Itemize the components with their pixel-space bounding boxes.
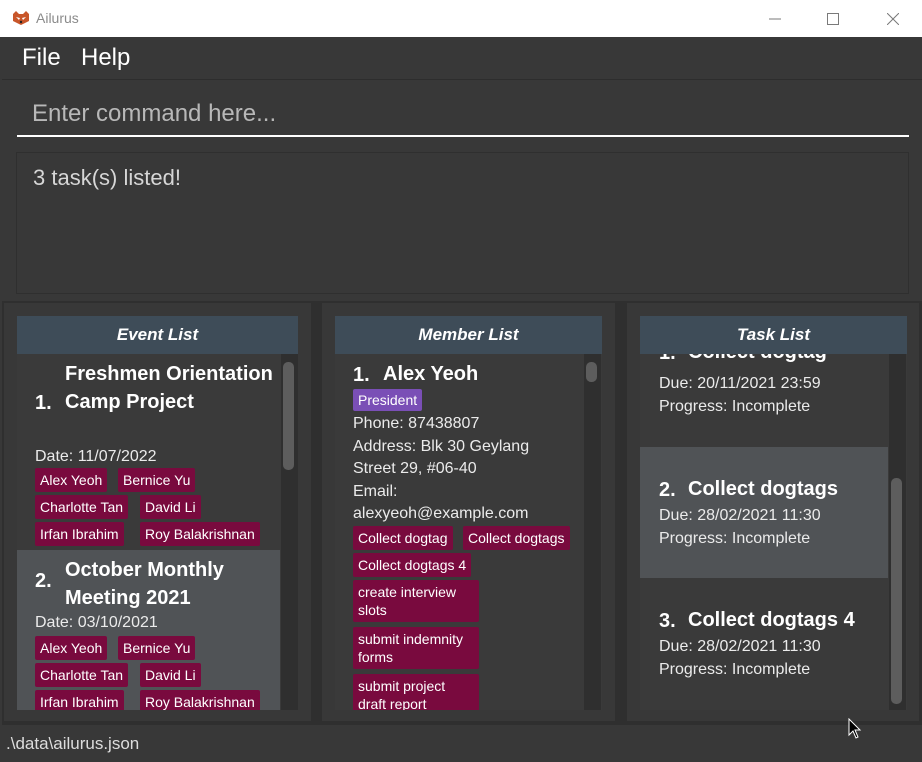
status-bar: .\data\ailurus.json bbox=[0, 725, 922, 762]
event-member-tag: Irfan Ibrahim bbox=[35, 690, 124, 710]
task-list-scrollbar[interactable] bbox=[889, 354, 906, 710]
task-name: Collect dogtags 4 bbox=[688, 609, 855, 631]
member-email: alexyeoh@example.com bbox=[353, 505, 529, 522]
task-name: Collect dogtags bbox=[688, 478, 839, 500]
event-list[interactable]: 1. Freshmen Orientation Camp Project Dat… bbox=[17, 354, 298, 710]
event-member-tag: Bernice Yu bbox=[118, 468, 196, 492]
role-tag: President bbox=[353, 389, 423, 411]
event-list-header: Event List bbox=[17, 316, 298, 354]
title-bar: Ailurus bbox=[0, 0, 922, 37]
member-list-scroll-thumb[interactable] bbox=[586, 362, 597, 382]
event-date: Date: 03/10/2021 bbox=[35, 614, 158, 631]
member-task-tag: Collect dogtag bbox=[353, 526, 453, 550]
menu-bar: File Help bbox=[2, 37, 922, 80]
minimize-button[interactable] bbox=[746, 0, 804, 37]
red-panda-icon bbox=[13, 11, 29, 25]
member-list[interactable]: 1. Alex Yeoh President Phone: 87438807 A… bbox=[335, 354, 602, 710]
menu-help[interactable]: Help bbox=[81, 44, 130, 72]
close-icon bbox=[887, 12, 899, 25]
event-member-tag: Roy Balakrishnan bbox=[140, 522, 260, 546]
event-member-tag: David Li bbox=[140, 495, 201, 519]
member-task-tag: Collect dogtags 4 bbox=[353, 553, 472, 577]
event-member-tag: Alex Yeoh bbox=[35, 636, 108, 660]
member-task-tag: create interview slots bbox=[353, 580, 479, 622]
menu-file[interactable]: File bbox=[22, 44, 61, 72]
event-index: 1. bbox=[35, 392, 52, 414]
task-progress: Progress: Incomplete bbox=[659, 398, 811, 415]
event-member-tag: Charlotte Tan bbox=[35, 663, 129, 687]
member-task-tag: Collect dogtags bbox=[463, 526, 570, 550]
event-member-tag: Irfan Ibrahim bbox=[35, 522, 124, 546]
result-text: 3 task(s) listed! bbox=[33, 165, 181, 190]
task-index: 2. bbox=[659, 479, 676, 501]
member-list-scrollbar[interactable] bbox=[584, 354, 601, 710]
minimize-icon bbox=[769, 18, 781, 19]
task-due: Due: 28/02/2021 11:30 bbox=[659, 638, 821, 655]
task-list-scroll-thumb[interactable] bbox=[891, 478, 902, 704]
mouse-cursor-icon bbox=[848, 718, 862, 739]
task-due: Due: 28/02/2021 11:30 bbox=[659, 507, 821, 524]
task-progress: Progress: Incomplete bbox=[659, 661, 811, 678]
event-card-selected[interactable]: 2. October Monthly Meeting 2021 Date: 03… bbox=[17, 550, 280, 710]
member-address: Address: Blk 30 Geylang Street 29, #06-4… bbox=[353, 438, 530, 477]
event-index: 2. bbox=[35, 570, 52, 592]
event-member-tag: Roy Balakrishnan bbox=[140, 690, 260, 710]
event-list-scrollbar[interactable] bbox=[281, 354, 298, 710]
member-list-header: Member List bbox=[335, 316, 602, 354]
member-task-tag: submit indemnity forms bbox=[353, 627, 479, 669]
window-title: Ailurus bbox=[36, 10, 79, 26]
task-list-header: Task List bbox=[640, 316, 907, 354]
member-phone: Phone: 87438807 bbox=[353, 415, 480, 432]
maximize-button[interactable] bbox=[804, 0, 862, 37]
member-index: 1. bbox=[353, 364, 370, 386]
task-card[interactable]: 3. Collect dogtags 4 Due: 28/02/2021 11:… bbox=[640, 578, 888, 710]
event-title: October Monthly Meeting 2021 bbox=[65, 559, 224, 609]
event-member-tag: David Li bbox=[140, 663, 201, 687]
task-list[interactable]: 1. Collect dogtag Due: 20/11/2021 23:59 … bbox=[640, 354, 907, 710]
member-name: Alex Yeoh bbox=[383, 363, 479, 385]
event-member-tag: Alex Yeoh bbox=[35, 468, 108, 492]
event-date: Date: 11/07/2022 bbox=[35, 448, 157, 465]
result-display: 3 task(s) listed! bbox=[16, 152, 909, 294]
event-list-scroll-thumb[interactable] bbox=[283, 362, 294, 470]
maximize-icon bbox=[827, 12, 839, 25]
event-title: Freshmen Orientation Camp Project bbox=[65, 363, 273, 413]
command-input[interactable] bbox=[17, 93, 909, 135]
event-card[interactable]: 1. Freshmen Orientation Camp Project Dat… bbox=[17, 354, 280, 550]
task-card[interactable]: 1. Collect dogtag Due: 20/11/2021 23:59 … bbox=[640, 354, 888, 447]
task-index: 3. bbox=[659, 610, 676, 632]
task-due: Due: 20/11/2021 23:59 bbox=[659, 375, 821, 392]
close-button[interactable] bbox=[864, 0, 922, 37]
task-index: 1. bbox=[659, 354, 676, 365]
command-box bbox=[17, 93, 909, 137]
task-card-selected[interactable]: 2. Collect dogtags Due: 28/02/2021 11:30… bbox=[640, 447, 888, 578]
member-card[interactable]: 1. Alex Yeoh President Phone: 87438807 A… bbox=[335, 354, 583, 710]
data-file-path: .\data\ailurus.json bbox=[6, 734, 140, 753]
task-progress: Progress: Incomplete bbox=[659, 530, 811, 547]
member-task-tag: submit project draft report bbox=[353, 674, 479, 710]
task-name: Collect dogtag bbox=[688, 354, 827, 366]
event-member-tag: Bernice Yu bbox=[118, 636, 196, 660]
event-member-tag: Charlotte Tan bbox=[35, 495, 129, 519]
member-email-label: Email: bbox=[353, 483, 398, 500]
